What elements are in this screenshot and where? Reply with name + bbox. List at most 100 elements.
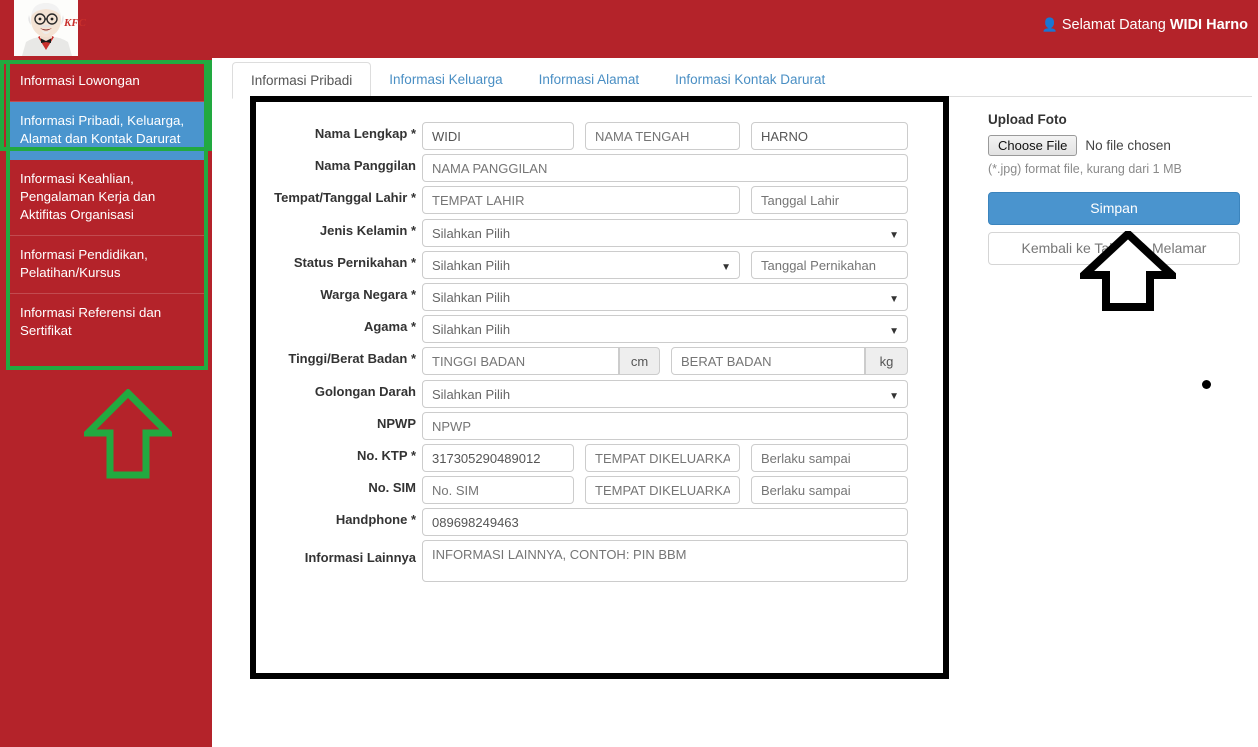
- label-nama-lengkap: Nama Lengkap *: [256, 126, 416, 141]
- arrow-up-icon: [1073, 228, 1183, 311]
- row-nama-lengkap: Nama Lengkap *: [256, 122, 943, 154]
- greeting-text: Selamat Datang: [1061, 17, 1170, 33]
- label-text: Tinggi/Berat Badan: [288, 351, 408, 366]
- tab-informasi-alamat[interactable]: Informasi Alamat: [521, 62, 658, 97]
- tab-bar: Informasi Pribadi Informasi Keluarga Inf…: [232, 62, 1252, 99]
- textarea-informasi-lainnya[interactable]: [422, 540, 908, 582]
- row-warga-negara: Warga Negara * Silahkan Pilih ▼: [256, 283, 943, 315]
- sidebar-item-informasi-pendidikan[interactable]: Informasi Pendidikan, Pelatihan/Kursus: [8, 236, 206, 294]
- input-tanggal-lahir[interactable]: [751, 186, 908, 214]
- row-status-pernikahan: Status Pernikahan * Silahkan Pilih ▼: [256, 251, 943, 283]
- input-nama-depan[interactable]: [422, 122, 574, 150]
- personal-info-form-panel: Nama Lengkap * Nama Panggilan Tempat/Tan…: [250, 96, 949, 679]
- input-nama-panggilan[interactable]: [422, 154, 908, 182]
- input-tanggal-pernikahan[interactable]: [751, 251, 908, 279]
- input-ktp-tempat-dikeluarkan[interactable]: [585, 444, 740, 472]
- label-status-pernikahan: Status Pernikahan *: [256, 255, 416, 270]
- input-tinggi-badan[interactable]: [422, 347, 619, 375]
- select-status-pernikahan[interactable]: Silahkan Pilih ▼: [422, 251, 740, 279]
- choose-file-button[interactable]: Choose File: [988, 135, 1078, 156]
- select-value: Silahkan Pilih: [432, 387, 511, 402]
- simpan-button[interactable]: Simpan: [988, 192, 1240, 225]
- label-text: No. KTP: [356, 448, 408, 463]
- no-file-chosen-text: No file chosen: [1085, 138, 1171, 153]
- input-ktp-berlaku-sampai[interactable]: [751, 444, 908, 472]
- upload-hint-text: (*.jpg) format file, kurang dari 1 MB: [988, 162, 1182, 176]
- chevron-down-icon: ▼: [721, 262, 731, 273]
- input-sim-berlaku-sampai[interactable]: [751, 476, 908, 504]
- row-agama: Agama * Silahkan Pilih ▼: [256, 315, 943, 347]
- label-text: Status Pernikahan: [293, 255, 408, 270]
- label-jenis-kelamin: Jenis Kelamin *: [256, 223, 416, 238]
- row-informasi-lainnya: Informasi Lainnya: [256, 540, 943, 586]
- label-nama-panggilan: Nama Panggilan: [314, 158, 416, 173]
- input-handphone[interactable]: [422, 508, 908, 536]
- required-mark: *: [410, 512, 416, 527]
- input-berat-badan[interactable]: [671, 347, 865, 375]
- row-golongan-darah: Golongan Darah Silahkan Pilih ▼: [256, 380, 943, 412]
- kfc-logo: KFC: [8, 0, 86, 58]
- label-tinggi-berat-badan: Tinggi/Berat Badan *: [246, 351, 416, 366]
- sidebar-item-informasi-lowongan[interactable]: Informasi Lowongan: [8, 62, 206, 102]
- select-jenis-kelamin[interactable]: Silahkan Pilih ▼: [422, 219, 908, 247]
- label-text: Warga Negara: [320, 287, 408, 302]
- row-tempat-tanggal-lahir: Tempat/Tanggal Lahir *: [256, 186, 943, 218]
- kfc-logo-icon: KFC: [8, 0, 86, 58]
- input-tempat-lahir[interactable]: [422, 186, 740, 214]
- required-mark: *: [410, 126, 416, 141]
- cursor-dot: [1202, 380, 1211, 389]
- sidebar-item-informasi-pribadi[interactable]: Informasi Pribadi, Keluarga, Alamat dan …: [8, 102, 206, 160]
- svg-text:KFC: KFC: [63, 17, 86, 29]
- tab-informasi-keluarga[interactable]: Informasi Keluarga: [371, 62, 520, 97]
- input-nama-tengah[interactable]: [585, 122, 740, 150]
- addon-cm: cm: [619, 347, 660, 375]
- chevron-down-icon: ▼: [889, 294, 899, 305]
- select-agama[interactable]: Silahkan Pilih ▼: [422, 315, 908, 343]
- sidebar-item-label: Informasi Keahlian, Pengalaman Kerja dan…: [20, 171, 156, 222]
- chevron-down-icon: ▼: [889, 326, 899, 337]
- label-warga-negara: Warga Negara *: [256, 287, 416, 302]
- input-nama-belakang[interactable]: [751, 122, 908, 150]
- username-text: WIDI Harno: [1169, 17, 1248, 33]
- sidebar-item-label: Informasi Lowongan: [20, 73, 140, 88]
- chevron-down-icon: ▼: [889, 230, 899, 241]
- welcome-message: 👤 Selamat Datang WIDI Harno: [1042, 17, 1248, 33]
- label-tempat-tanggal-lahir: Tempat/Tanggal Lahir *: [242, 190, 416, 205]
- label-no-sim: No. SIM: [368, 480, 416, 495]
- addon-kg: kg: [865, 347, 908, 375]
- required-mark: *: [410, 223, 416, 238]
- required-mark: *: [410, 190, 416, 205]
- tab-informasi-pribadi[interactable]: Informasi Pribadi: [232, 62, 372, 99]
- row-handphone: Handphone *: [256, 508, 943, 540]
- arrow-up-icon: [79, 388, 177, 479]
- input-no-ktp[interactable]: [422, 444, 574, 472]
- input-npwp[interactable]: [422, 412, 908, 440]
- required-mark: *: [410, 255, 416, 270]
- sidebar-item-label: Informasi Referensi dan Sertifikat: [20, 305, 162, 338]
- required-mark: *: [410, 351, 416, 366]
- tab-informasi-kontak-darurat[interactable]: Informasi Kontak Darurat: [657, 62, 843, 97]
- required-mark: *: [410, 319, 416, 334]
- label-informasi-lainnya: Informasi Lainnya: [304, 550, 416, 565]
- label-text: Tempat/Tanggal Lahir: [274, 190, 408, 205]
- select-golongan-darah[interactable]: Silahkan Pilih ▼: [422, 380, 908, 408]
- file-input-row[interactable]: Choose File No file chosen: [988, 135, 1250, 156]
- sidebar-item-informasi-keahlian[interactable]: Informasi Keahlian, Pengalaman Kerja dan…: [8, 160, 206, 236]
- chevron-down-icon: ▼: [889, 391, 899, 402]
- black-arrow-up-annotation: [1073, 228, 1183, 316]
- input-sim-tempat-dikeluarkan[interactable]: [585, 476, 740, 504]
- select-warga-negara[interactable]: Silahkan Pilih ▼: [422, 283, 908, 311]
- select-value: Silahkan Pilih: [432, 322, 511, 337]
- required-mark: *: [410, 448, 416, 463]
- label-no-ktp: No. KTP *: [256, 448, 416, 463]
- sidebar-item-label: Informasi Pribadi, Keluarga, Alamat dan …: [20, 113, 185, 146]
- sidebar-item-informasi-referensi[interactable]: Informasi Referensi dan Sertifikat: [8, 294, 206, 351]
- label-golongan-darah: Golongan Darah: [314, 384, 416, 399]
- green-arrow-up-annotation: [79, 388, 177, 486]
- row-npwp: NPWP: [256, 412, 943, 444]
- label-agama: Agama *: [256, 319, 416, 334]
- row-jenis-kelamin: Jenis Kelamin * Silahkan Pilih ▼: [256, 219, 943, 251]
- input-no-sim[interactable]: [422, 476, 574, 504]
- select-value: Silahkan Pilih: [432, 258, 511, 273]
- label-text: Agama: [363, 319, 408, 334]
